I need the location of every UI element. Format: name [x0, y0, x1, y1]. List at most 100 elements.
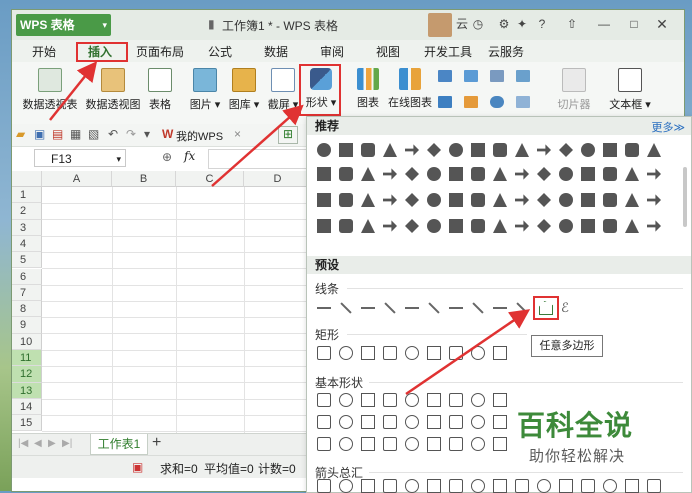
- shape-option[interactable]: [581, 219, 595, 233]
- shape-option[interactable]: [581, 167, 595, 181]
- textbox-button[interactable]: 文本框 ▾: [608, 68, 652, 112]
- shape-option[interactable]: [537, 144, 551, 156]
- tab-page-layout[interactable]: 页面布局: [136, 43, 184, 60]
- shape-option[interactable]: [471, 167, 485, 181]
- tab-cloud[interactable]: 云服务: [488, 43, 524, 60]
- shape-option[interactable]: [603, 143, 617, 157]
- slicer-button[interactable]: 切片器: [556, 68, 592, 112]
- tab-data[interactable]: 数据: [264, 43, 288, 60]
- close-icon[interactable]: ✕: [654, 16, 670, 32]
- shape-option[interactable]: [493, 393, 507, 407]
- more-link[interactable]: 更多≫: [651, 119, 685, 137]
- shape-option[interactable]: [647, 168, 661, 180]
- shape-option[interactable]: [493, 167, 507, 181]
- select-all-corner[interactable]: [12, 171, 42, 187]
- shirt-icon[interactable]: ✦: [514, 16, 530, 32]
- cloud-label[interactable]: 云: [454, 16, 470, 32]
- stock-chart-icon[interactable]: [438, 96, 452, 108]
- shape-option[interactable]: [339, 393, 353, 407]
- shape-option[interactable]: [559, 219, 573, 233]
- shape-option[interactable]: [427, 219, 441, 233]
- shape-option[interactable]: [493, 346, 507, 360]
- shape-option[interactable]: [428, 302, 440, 314]
- pivot-chart-button[interactable]: 数据透视图: [84, 68, 142, 112]
- shape-option[interactable]: [559, 193, 573, 207]
- shape-option[interactable]: [625, 219, 639, 233]
- shape-option[interactable]: [472, 302, 484, 314]
- shape-option[interactable]: [383, 220, 397, 232]
- redo-icon[interactable]: ↷: [126, 127, 136, 141]
- column-header[interactable]: D: [244, 171, 312, 187]
- picture-button[interactable]: 图片 ▾: [188, 68, 222, 112]
- spreadsheet-grid[interactable]: A B C D 1 2 3 4 5 6 7 8 9 10 11 12 13 14 15: [12, 171, 312, 433]
- column-header[interactable]: B: [112, 171, 176, 187]
- sheet-nav-next-icon[interactable]: ▶: [48, 438, 56, 449]
- shape-option[interactable]: [427, 143, 441, 157]
- shape-option[interactable]: [516, 302, 528, 314]
- scrollbar[interactable]: [683, 167, 687, 227]
- shape-option[interactable]: [383, 393, 397, 407]
- shape-option[interactable]: [603, 167, 617, 181]
- clock-icon[interactable]: ◷: [470, 16, 486, 32]
- shape-option[interactable]: [537, 193, 551, 207]
- shape-option[interactable]: [647, 194, 661, 206]
- shape-option[interactable]: [339, 219, 353, 233]
- shape-option[interactable]: [427, 193, 441, 207]
- shape-option[interactable]: [361, 307, 375, 309]
- shape-option[interactable]: [493, 437, 507, 451]
- table-button[interactable]: 表格: [146, 68, 174, 112]
- shape-option[interactable]: [493, 143, 507, 157]
- app-menu-button[interactable]: WPS 表格 ▾: [16, 14, 111, 36]
- column-header[interactable]: A: [42, 171, 112, 187]
- shape-option[interactable]: [449, 393, 463, 407]
- shape-option[interactable]: [317, 143, 331, 157]
- shape-option[interactable]: [361, 437, 375, 451]
- gallery-button[interactable]: 图库 ▾: [226, 68, 262, 112]
- shape-option[interactable]: [515, 168, 529, 180]
- row-header[interactable]: 13: [12, 382, 42, 399]
- row-header[interactable]: 1: [12, 187, 42, 204]
- help-button[interactable]: ?: [534, 16, 550, 32]
- shape-option[interactable]: [383, 143, 397, 157]
- row-header[interactable]: 10: [12, 333, 42, 350]
- shape-option[interactable]: [405, 167, 419, 181]
- shape-option[interactable]: [383, 346, 397, 360]
- shape-option[interactable]: [647, 220, 661, 232]
- row-header[interactable]: 8: [12, 301, 42, 318]
- shape-option[interactable]: [515, 194, 529, 206]
- shape-option[interactable]: [471, 193, 485, 207]
- shape-option[interactable]: [361, 393, 375, 407]
- shape-option[interactable]: [361, 193, 375, 207]
- customize-icon[interactable]: ▾: [144, 127, 150, 141]
- row-header[interactable]: 2: [12, 203, 42, 220]
- shape-option[interactable]: [339, 346, 353, 360]
- sheet-nav-prev-icon[interactable]: ◀: [34, 438, 42, 449]
- shape-option[interactable]: [405, 437, 419, 451]
- shape-option[interactable]: [405, 307, 419, 309]
- zoom-icon[interactable]: ⊕: [162, 150, 172, 164]
- formula-input[interactable]: [208, 149, 310, 169]
- shape-option[interactable]: [383, 437, 397, 451]
- tab-review[interactable]: 审阅: [320, 43, 344, 60]
- screenshot-button[interactable]: 截屏 ▾: [266, 68, 300, 112]
- shape-option[interactable]: [471, 143, 485, 157]
- column-chart-icon[interactable]: [438, 70, 452, 82]
- tab-view[interactable]: 视图: [376, 43, 400, 60]
- sheet-nav-last-icon[interactable]: ▶|: [62, 438, 72, 449]
- shape-option[interactable]: [339, 437, 353, 451]
- print-icon[interactable]: ▦: [70, 127, 81, 141]
- shape-option[interactable]: [383, 194, 397, 206]
- folder-icon[interactable]: ▰: [16, 127, 25, 141]
- shape-option[interactable]: [339, 167, 353, 181]
- shape-option[interactable]: [515, 143, 529, 157]
- online-chart-button[interactable]: 在线图表: [386, 68, 434, 110]
- row-header[interactable]: 12: [12, 366, 42, 383]
- row-header[interactable]: 3: [12, 219, 42, 236]
- shape-option[interactable]: [471, 437, 485, 451]
- shape-option[interactable]: [405, 393, 419, 407]
- shape-option[interactable]: [493, 307, 507, 309]
- shape-option[interactable]: [317, 346, 331, 360]
- shape-option[interactable]: [340, 302, 352, 314]
- save-icon[interactable]: ▣: [34, 127, 45, 141]
- my-wps-tab[interactable]: 我的WPS: [176, 128, 223, 144]
